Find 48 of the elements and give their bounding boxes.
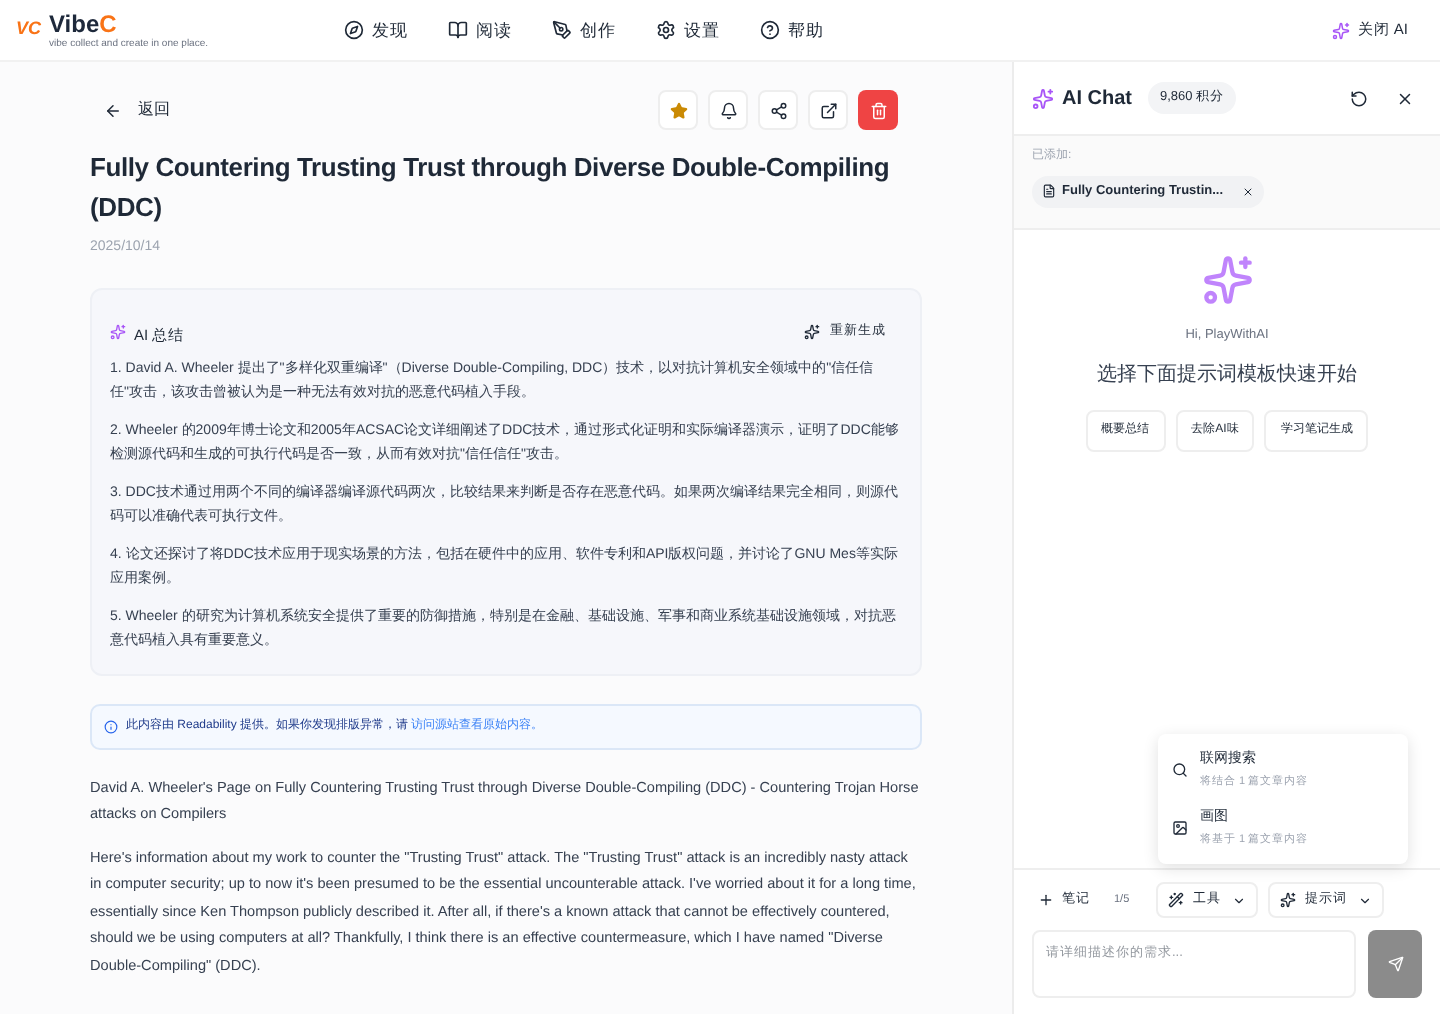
logo-mark: VC	[16, 16, 42, 43]
help-icon	[760, 20, 781, 40]
bell-icon	[719, 101, 737, 119]
share-icon	[769, 101, 787, 119]
remove-attachment-button[interactable]	[1241, 185, 1254, 198]
sparkle-icon	[1032, 87, 1054, 109]
nav-link[interactable]: 帮助	[760, 17, 825, 43]
send-button[interactable]	[1368, 930, 1422, 998]
book-icon	[448, 20, 469, 40]
close-icon	[1396, 89, 1414, 107]
search-icon	[1172, 762, 1188, 779]
open-external-button[interactable]	[808, 90, 848, 130]
bell-button[interactable]	[708, 90, 748, 130]
prompt-heading: 选择下面提示词模板快速开始	[1097, 361, 1357, 391]
sparkle-icon	[1279, 892, 1296, 909]
external-link-icon	[819, 101, 837, 119]
share-button[interactable]	[758, 90, 798, 130]
info-icon	[104, 719, 118, 734]
chevron-down-icon	[1231, 893, 1246, 908]
sparkle-icon	[110, 323, 126, 340]
pen-icon	[552, 20, 573, 40]
plus-icon	[1038, 892, 1054, 909]
sparkle-icon	[1201, 254, 1253, 307]
settings-icon	[656, 20, 677, 40]
article-title: Fully Countering Trusting Trust through Diverse Double-Compiling (DDC)	[90, 150, 892, 226]
close-icon	[1241, 185, 1254, 198]
back-button[interactable]: 返回	[104, 98, 170, 122]
sparkle-icon	[1331, 21, 1350, 39]
document-icon	[1042, 184, 1056, 199]
image-icon	[1172, 819, 1188, 836]
nav-link[interactable]: 阅读	[448, 17, 513, 43]
wand-icon	[1167, 892, 1184, 909]
delete-button[interactable]	[858, 90, 898, 130]
close-button[interactable]	[1396, 89, 1414, 107]
compass-icon	[344, 20, 365, 40]
trash-icon	[869, 101, 887, 119]
brand-name: VibeC	[49, 11, 119, 35]
chevron-down-icon	[1357, 893, 1372, 908]
back-arrow-icon	[104, 101, 122, 119]
reset-icon	[1350, 89, 1368, 107]
nav-link[interactable]: 设置	[656, 17, 721, 43]
chat-title: AI Chat	[1062, 85, 1132, 113]
sparkle-icon	[804, 323, 820, 340]
reset-button[interactable]	[1350, 89, 1368, 107]
send-icon	[1387, 956, 1403, 972]
nav-link[interactable]: 创作	[552, 17, 617, 43]
favorite-button[interactable]	[658, 90, 698, 130]
nav-link[interactable]: 发现	[344, 17, 409, 43]
